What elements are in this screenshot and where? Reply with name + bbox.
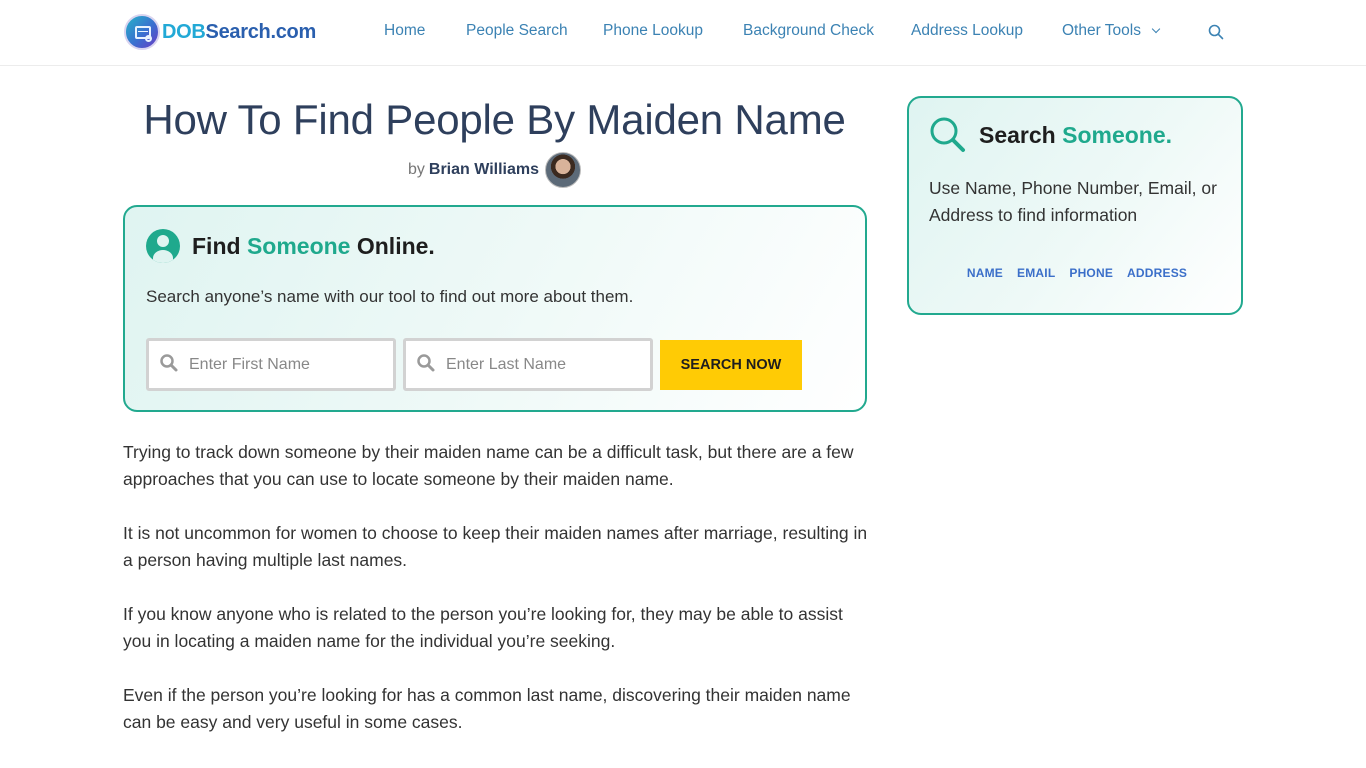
author-avatar [545, 152, 581, 188]
title-accent: Someone. [1062, 121, 1173, 148]
search-now-button[interactable]: SEARCH NOW [660, 340, 802, 390]
title-accent: Someone [246, 232, 351, 259]
search-someone-widget: Search Someone. Use Name, Phone Number, … [907, 96, 1243, 315]
paragraph: If you know anyone who is related to the… [123, 604, 843, 651]
search-icon [930, 117, 965, 152]
logo-text-search: Search.com [205, 20, 317, 43]
nav-background-check[interactable]: Background Check [743, 22, 874, 40]
nav-other-tools-label: Other Tools [1062, 22, 1141, 39]
nav-other-tools[interactable]: Other Tools [1062, 22, 1161, 40]
chevron-down-icon [1151, 24, 1161, 34]
link-phone[interactable]: PHONE [1069, 266, 1113, 280]
last-name-field[interactable] [403, 338, 653, 391]
user-icon [146, 229, 180, 263]
logo-text-dob: DOB [162, 20, 206, 43]
paragraph: It is not uncommon for women to choose t… [123, 523, 868, 570]
sidebar-widget-description: Use Name, Phone Number, Email, or Addres… [929, 178, 1217, 225]
link-address[interactable]: ADDRESS [1127, 266, 1187, 280]
calendar-search-logo-icon [124, 14, 160, 50]
paragraph: Trying to track down someone by their ma… [123, 442, 854, 489]
article-body: Trying to track down someone by their ma… [123, 439, 873, 763]
site-logo[interactable]: DOBSearch.com [124, 14, 316, 50]
search-icon [417, 353, 435, 371]
first-name-field[interactable] [146, 338, 396, 391]
first-name-input[interactable] [189, 355, 369, 374]
nav-home[interactable]: Home [384, 22, 425, 40]
nav-address-lookup[interactable]: Address Lookup [911, 22, 1023, 40]
sidebar-widget-header: Search Someone. [929, 116, 1172, 154]
page-title: How To Find People By Maiden Name [143, 96, 846, 143]
author-link[interactable]: Brian Williams [429, 161, 539, 179]
nav-people-search[interactable]: People Search [466, 22, 568, 40]
search-type-links: NAME EMAIL PHONE ADDRESS [909, 266, 1245, 280]
last-name-input[interactable] [446, 355, 626, 374]
title-part1: Search [979, 121, 1056, 148]
link-email[interactable]: EMAIL [1017, 266, 1055, 280]
byline: by Brian Williams [123, 152, 866, 188]
site-header: DOBSearch.com Home People Search Phone L… [0, 0, 1366, 66]
title-part1: Find [192, 232, 241, 259]
sidebar-widget-title: Search Someone. [979, 122, 1172, 149]
logo-text: DOBSearch.com [162, 21, 316, 44]
nav-phone-lookup[interactable]: Phone Lookup [603, 22, 703, 40]
link-name[interactable]: NAME [967, 266, 1003, 280]
find-widget-description: Search anyone’s name with our tool to fi… [146, 287, 634, 306]
title-part2: Online. [356, 232, 435, 259]
find-widget-header: Find Someone Online. [146, 229, 435, 263]
search-icon[interactable] [1208, 24, 1224, 40]
byline-prefix: by [407, 161, 425, 178]
search-icon [160, 353, 178, 371]
paragraph: Even if the person you’re looking for ha… [123, 685, 851, 732]
find-widget-title: Find Someone Online. [192, 233, 435, 260]
find-someone-widget: Find Someone Online. Search anyone’s nam… [123, 205, 867, 412]
